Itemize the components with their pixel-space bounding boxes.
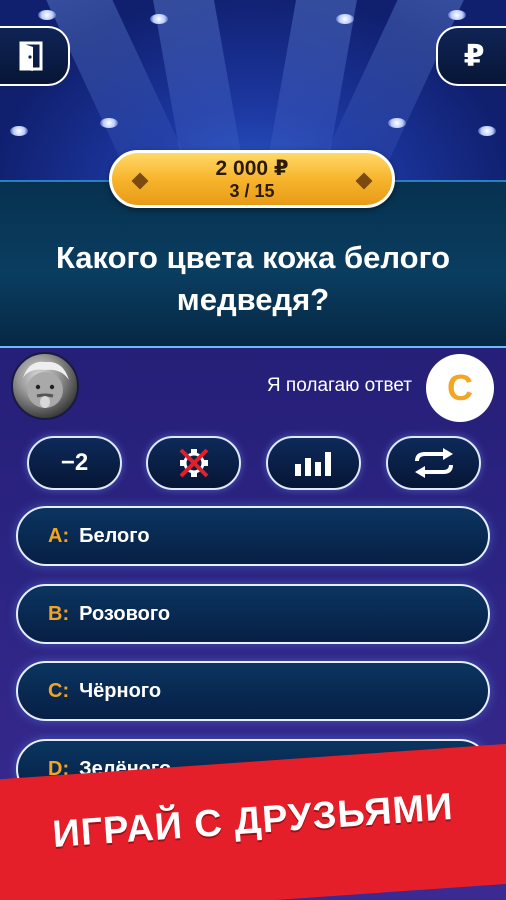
answer-text: Розового [79,602,171,625]
answer-text: Белого [79,524,150,547]
prize-indicator: 2 000 ₽ 3 / 15 [109,150,395,208]
diamond-icon [355,172,373,190]
shop-button[interactable]: ₽ [436,26,506,86]
ruble-icon: ₽ [463,39,485,73]
question-progress: 3 / 15 [229,180,275,201]
swap-arrows-icon [414,448,453,478]
answer-option-c[interactable]: C: Чёрного [16,661,490,721]
spotlight [478,126,496,136]
spotlight [10,126,28,136]
answer-letter: C: [48,679,70,702]
spotlight [38,10,56,20]
door-exit-icon [19,41,43,71]
einstein-avatar [23,361,69,408]
lifeline-minus-two-button[interactable]: −2 [27,436,122,490]
opponent-avatar [11,352,79,420]
crossed-out-lifeline-icon [179,448,208,478]
lifeline-swap-button[interactable] [386,436,481,490]
diamond-icon [131,172,149,190]
answer-text: Чёрного [79,679,162,702]
hint-answer-badge: C [426,354,494,422]
spotlight [100,118,118,128]
spotlight [448,10,466,20]
answer-option-a[interactable]: A: Белого [16,506,490,566]
lifeline-audience-button[interactable] [266,436,361,490]
spotlight [388,118,406,128]
answer-letter: B: [48,602,70,625]
answer-letter: A: [48,524,70,547]
opponent-hint-text: Я полагаю ответ [266,375,412,396]
prize-amount: 2 000 ₽ [215,156,289,180]
answer-option-b[interactable]: B: Розового [16,584,490,644]
exit-button[interactable] [0,26,70,86]
bar-chart-icon [294,452,331,476]
lifeline-call-friend-button[interactable] [146,436,241,490]
spotlight [336,14,354,24]
minus-two-icon: −2 [60,449,89,476]
question-text: Какого цвета кожа белого медведя? [55,240,451,317]
spotlight [150,14,168,24]
